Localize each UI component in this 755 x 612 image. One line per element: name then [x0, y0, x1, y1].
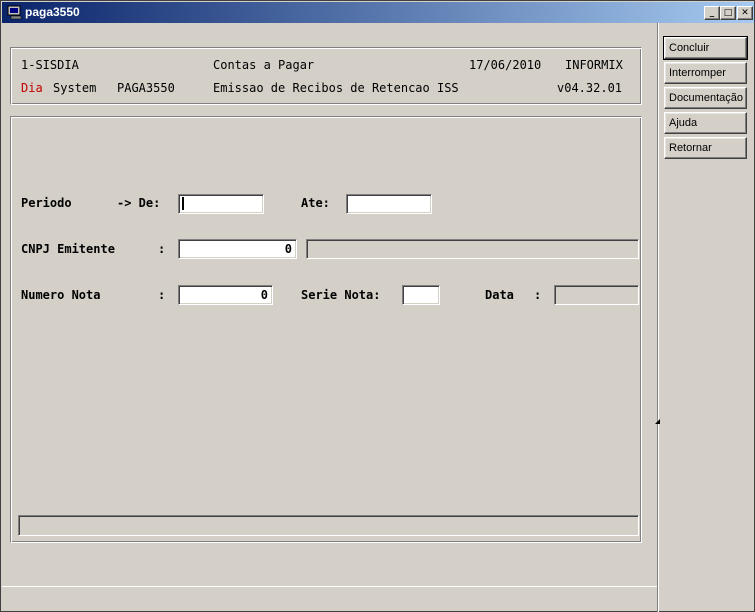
- ajuda-button[interactable]: Ajuda: [664, 112, 747, 134]
- periodo-de-input[interactable]: [178, 194, 264, 214]
- database-label: INFORMIX: [565, 58, 623, 72]
- program-label: PAGA3550: [117, 81, 175, 95]
- serie-nota-label: Serie Nota:: [301, 288, 381, 302]
- company-label: 1-SISDIA: [21, 58, 79, 72]
- cnpj-label: CNPJ Emitente: [21, 242, 115, 256]
- data-field: [554, 285, 639, 305]
- numero-nota-label: Numero Nota: [21, 288, 101, 302]
- resize-grip-icon[interactable]: [655, 419, 660, 424]
- numero-nota-input[interactable]: 0: [178, 285, 273, 305]
- version-label: v04.32.01: [557, 81, 623, 95]
- minimize-button[interactable]: _: [704, 6, 720, 20]
- title-bar[interactable]: paga3550 _ □ ✕: [2, 2, 754, 23]
- cnpj-colon: :: [158, 242, 166, 256]
- ate-label: Ate:: [301, 196, 330, 210]
- text-cursor: [182, 197, 184, 210]
- close-button[interactable]: ✕: [737, 6, 753, 20]
- bottom-divider: [2, 586, 657, 587]
- pane-separator: [657, 23, 659, 612]
- interromper-button[interactable]: Interromper: [664, 62, 747, 84]
- status-bar: [18, 515, 639, 536]
- form-panel: [10, 116, 642, 543]
- cnpj-name-field: [306, 239, 639, 259]
- concluir-button[interactable]: Concluir: [663, 36, 748, 60]
- brand-system-label: System: [53, 81, 97, 95]
- retornar-button[interactable]: Retornar: [664, 137, 747, 159]
- periodo-ate-input[interactable]: [346, 194, 432, 214]
- maximize-button[interactable]: □: [720, 6, 736, 20]
- documentacao-button[interactable]: Documentação: [664, 87, 747, 109]
- header-panel: [10, 47, 642, 105]
- brand-dia-label: Dia: [21, 81, 43, 95]
- serie-nota-input[interactable]: [402, 285, 440, 305]
- periodo-label: Periodo: [21, 196, 72, 210]
- de-label: -> De:: [117, 196, 161, 210]
- application-window: paga3550 _ □ ✕ 1-SISDIA Contas a Pagar 1…: [0, 0, 755, 612]
- module-label: Contas a Pagar: [213, 58, 315, 72]
- data-colon: :: [534, 288, 542, 302]
- window-title: paga3550: [25, 5, 80, 19]
- subtitle-label: Emissao de Recibos de Retencao ISS: [213, 81, 459, 95]
- date-label: 17/06/2010: [469, 58, 542, 72]
- numero-colon: :: [158, 288, 166, 302]
- data-label: Data: [485, 288, 514, 302]
- cnpj-input[interactable]: 0: [178, 239, 297, 259]
- app-icon: [7, 5, 22, 20]
